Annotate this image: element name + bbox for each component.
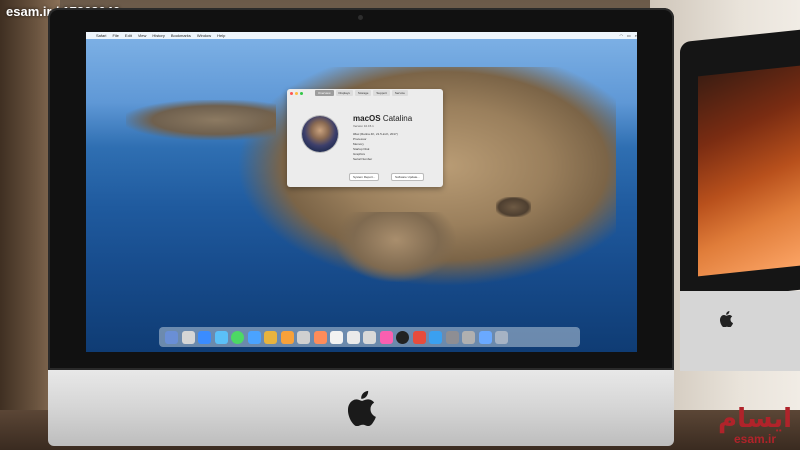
dock-app-icon[interactable] (313, 330, 327, 344)
dock-app-icon[interactable] (231, 330, 244, 344)
dock-app-icon[interactable] (280, 330, 294, 344)
menu-bar: Safari File Edit View History Bookmarks … (86, 32, 637, 39)
dock-app-icon[interactable] (379, 330, 393, 344)
dock-app-icon[interactable] (412, 330, 426, 344)
tab-overview[interactable]: Overview (315, 90, 334, 96)
dock-app-icon[interactable] (445, 330, 459, 344)
about-tabs: Overview Displays Storage Support Servic… (315, 90, 408, 96)
menu-item-window[interactable]: Window (197, 33, 211, 38)
secondary-imac-screen (698, 65, 800, 277)
dock-app-icon[interactable] (330, 330, 343, 344)
dock (159, 327, 580, 347)
dock-app-icon[interactable] (346, 330, 360, 344)
esam-logo-text: ایسام (718, 404, 792, 434)
menu-item-history[interactable]: History (152, 33, 164, 38)
catalina-logo-icon (302, 116, 338, 152)
imac-chin (48, 370, 674, 446)
os-name: macOS Catalina (353, 114, 412, 123)
dock-app-icon[interactable] (214, 330, 228, 344)
island-rocks (336, 212, 456, 282)
search-icon[interactable]: ⌕ (635, 33, 637, 38)
about-this-mac-window: Overview Displays Storage Support Servic… (287, 89, 443, 187)
tab-support[interactable]: Support (373, 90, 390, 96)
dock-app-icon[interactable] (264, 330, 277, 344)
secondary-imac (680, 29, 800, 376)
dock-app-icon[interactable] (396, 330, 409, 344)
zoom-button[interactable] (300, 92, 303, 95)
os-version: Version 10.15.1 (353, 124, 374, 128)
dock-app-icon[interactable] (297, 330, 310, 344)
esam-logo: ایسام esam.ir (718, 406, 792, 446)
dock-app-icon[interactable] (198, 330, 211, 344)
dock-app-icon[interactable] (495, 330, 508, 344)
sea-rock (496, 197, 531, 217)
software-update-button[interactable]: Software Update... (391, 173, 424, 181)
os-name-bold: macOS (353, 114, 381, 123)
status-area: ◠ ▭ ⌕ (619, 33, 637, 38)
secondary-imac-chin (680, 291, 800, 371)
menu-item-view[interactable]: View (138, 33, 147, 38)
dock-app-icon[interactable] (247, 330, 261, 344)
dock-app-icon[interactable] (165, 330, 178, 344)
tab-storage[interactable]: Storage (354, 90, 372, 96)
window-titlebar: Overview Displays Storage Support Servic… (287, 89, 443, 98)
menu-item-safari[interactable]: Safari (96, 33, 106, 38)
dock-app-icon[interactable] (429, 330, 442, 344)
wifi-icon[interactable]: ◠ (619, 33, 623, 38)
os-name-rest: Catalina (382, 114, 413, 123)
menu-item-bookmarks[interactable]: Bookmarks (171, 33, 191, 38)
imac-bezel: Safari File Edit View History Bookmarks … (48, 8, 674, 370)
minimize-button[interactable] (295, 92, 298, 95)
system-report-button[interactable]: System Report... (349, 173, 380, 181)
close-button[interactable] (290, 92, 293, 95)
apple-logo-icon (348, 390, 376, 426)
spec-serial: Serial Number (353, 157, 373, 161)
dock-app-icon[interactable] (363, 330, 376, 344)
desktop-screen: Safari File Edit View History Bookmarks … (86, 32, 637, 352)
dock-app-icon[interactable] (181, 330, 195, 344)
tab-service[interactable]: Service (391, 90, 408, 96)
tab-displays[interactable]: Displays (335, 90, 353, 96)
apple-logo-icon (720, 311, 733, 327)
imac-computer: Safari File Edit View History Bookmarks … (48, 8, 674, 446)
menu-item-file[interactable]: File (112, 33, 118, 38)
spec-list: iMac (Retina 4K, 21.5-inch, 2017) Proces… (353, 132, 398, 162)
battery-icon[interactable]: ▭ (627, 33, 631, 38)
dock-app-icon[interactable] (478, 330, 492, 344)
esam-logo-domain: esam.ir (734, 432, 777, 446)
camera-icon (358, 15, 363, 20)
dock-app-icon[interactable] (462, 330, 475, 344)
menu-item-edit[interactable]: Edit (125, 33, 132, 38)
menu-item-help[interactable]: Help (217, 33, 225, 38)
